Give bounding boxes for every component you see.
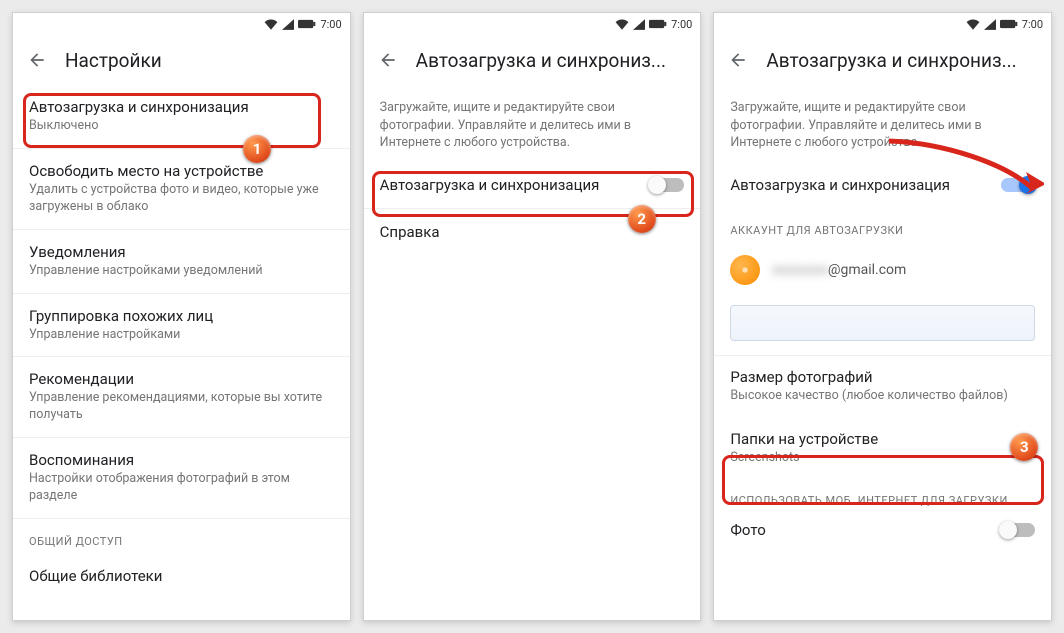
item-face-grouping[interactable]: Группировка похожих лиц Управление настр… — [13, 294, 350, 358]
status-time: 7:00 — [320, 18, 341, 31]
status-bar: 7:00 — [13, 13, 350, 35]
backup-content: Загружайте, ищите и редактируйте свои фо… — [364, 85, 701, 620]
wifi-icon — [966, 19, 980, 30]
status-time: 7:00 — [671, 18, 692, 31]
item-notifications[interactable]: Уведомления Управление настройками уведо… — [13, 230, 350, 294]
item-device-folders[interactable]: Папки на устройстве Screenshots — [714, 417, 1051, 480]
page-title: Автозагрузка и синхрониз... — [766, 49, 1016, 72]
switch-off-icon[interactable] — [650, 178, 684, 192]
back-icon[interactable] — [728, 50, 748, 70]
app-bar: Автозагрузка и синхрониз... — [714, 35, 1051, 85]
backup-description: Загружайте, ищите и редактируйте свои фо… — [714, 85, 1051, 162]
item-suggestions[interactable]: Рекомендации Управление рекомендациями, … — [13, 357, 350, 438]
account-storage-box[interactable] — [730, 305, 1035, 341]
wifi-icon — [615, 19, 629, 30]
item-free-space[interactable]: Освободить место на устройстве Удалить с… — [13, 149, 350, 230]
wifi-icon — [264, 19, 278, 30]
status-bar: 7:00 — [364, 13, 701, 35]
avatar-icon — [730, 255, 760, 285]
status-bar: 7:00 — [714, 13, 1051, 35]
signal-icon — [282, 19, 294, 30]
settings-list: Автозагрузка и синхронизация Выключено О… — [13, 85, 350, 620]
section-account: АККАУНТ ДЛЯ АВТОЗАГРУЗКИ — [714, 208, 1051, 243]
back-icon[interactable] — [378, 50, 398, 70]
item-memories[interactable]: Воспоминания Настройки отображения фотог… — [13, 438, 350, 519]
switch-on-icon[interactable] — [1001, 178, 1035, 192]
item-backup-sync[interactable]: Автозагрузка и синхронизация Выключено — [13, 85, 350, 149]
item-shared-libraries[interactable]: Общие библиотеки — [13, 554, 350, 598]
signal-icon — [984, 19, 996, 30]
back-icon[interactable] — [27, 50, 47, 70]
signal-icon — [633, 19, 645, 30]
backup-on-content: Загружайте, ищите и редактируйте свои фо… — [714, 85, 1051, 620]
switch-off-icon[interactable] — [1001, 523, 1035, 537]
item-help[interactable]: Справка — [364, 209, 701, 255]
email-blurred: xxxxxxxx — [772, 262, 828, 278]
section-sharing: ОБЩИЙ ДОСТУП — [13, 519, 350, 554]
app-bar: Автозагрузка и синхрониз... — [364, 35, 701, 85]
toggle-backup-sync[interactable]: Автозагрузка и синхронизация — [364, 162, 701, 209]
battery-icon — [649, 19, 667, 29]
page-title: Настройки — [65, 49, 162, 72]
screen-backup-off: 7:00 Автозагрузка и синхрониз... Загружа… — [363, 12, 702, 621]
screen-settings: 7:00 Настройки Автозагрузка и синхрониза… — [12, 12, 351, 621]
toggle-backup-sync[interactable]: Автозагрузка и синхронизация — [714, 162, 1051, 208]
toggle-mobile-photo[interactable]: Фото — [714, 513, 1051, 553]
status-time: 7:00 — [1022, 18, 1043, 31]
app-bar: Настройки — [13, 35, 350, 85]
battery-icon — [1000, 19, 1018, 29]
screen-backup-on: 7:00 Автозагрузка и синхрониз... Загружа… — [713, 12, 1052, 621]
section-mobile-data: ИСПОЛЬЗОВАТЬ МОБ. ИНТЕРНЕТ ДЛЯ ЗАГРУЗКИ — [714, 480, 1051, 513]
backup-description: Загружайте, ищите и редактируйте свои фо… — [364, 85, 701, 162]
page-title: Автозагрузка и синхрониз... — [416, 49, 666, 72]
battery-icon — [298, 19, 316, 29]
account-email: xxxxxxxx@gmail.com — [772, 262, 906, 278]
account-row[interactable]: xxxxxxxx@gmail.com — [714, 243, 1051, 297]
item-upload-size[interactable]: Размер фотографий Высокое качество (любо… — [714, 356, 1051, 418]
